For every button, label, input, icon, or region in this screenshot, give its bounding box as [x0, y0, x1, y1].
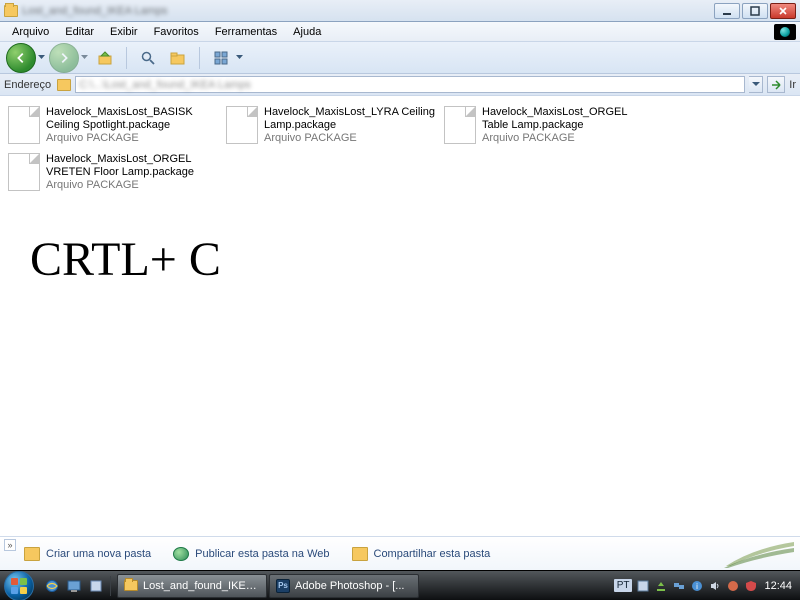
tray-shield-icon[interactable] — [744, 579, 758, 593]
close-button[interactable] — [770, 3, 796, 19]
tray-icon[interactable] — [726, 579, 740, 593]
address-input[interactable]: C:\...\Lost_and_found_IKEA Lamps — [75, 76, 745, 93]
file-type: Arquivo PACKAGE — [46, 132, 218, 145]
file-item[interactable]: Havelock_MaxisLost_ORGEL Table Lamp.pack… — [440, 102, 658, 149]
file-name: Havelock_MaxisLost_ORGEL VRETEN Floor La… — [46, 153, 218, 179]
decorative-swoosh — [724, 542, 796, 568]
start-button[interactable] — [4, 571, 34, 600]
task-publish-web[interactable]: Publicar esta pasta na Web — [173, 547, 329, 561]
folder-icon — [57, 79, 71, 91]
taskbar-apps: Lost_and_found_IKE… Ps Adobe Photoshop -… — [117, 574, 419, 598]
views-dropdown[interactable] — [236, 55, 243, 60]
menu-arquivo[interactable]: Arquivo — [4, 24, 57, 40]
system-tray: PT i 12:44 — [610, 579, 796, 593]
menu-favoritos[interactable]: Favoritos — [146, 24, 207, 40]
file-item[interactable]: Havelock_MaxisLost_LYRA Ceiling Lamp.pac… — [222, 102, 440, 149]
file-icon — [8, 106, 40, 144]
tray-icon[interactable] — [636, 579, 650, 593]
file-name: Havelock_MaxisLost_ORGEL Table Lamp.pack… — [482, 106, 654, 132]
tray-safely-remove-icon[interactable] — [654, 579, 668, 593]
search-button[interactable] — [135, 45, 161, 71]
tray-volume-icon[interactable] — [708, 579, 722, 593]
folder-share-icon — [352, 547, 368, 561]
folders-button[interactable] — [165, 45, 191, 71]
file-type: Arquivo PACKAGE — [46, 179, 218, 192]
go-button[interactable] — [767, 76, 785, 93]
minimize-button[interactable] — [714, 3, 740, 19]
maximize-button[interactable] — [742, 3, 768, 19]
up-button[interactable] — [92, 45, 118, 71]
navigation-toolbar — [0, 42, 800, 74]
file-item[interactable]: Havelock_MaxisLost_BASISK Ceiling Spotli… — [4, 102, 222, 149]
common-tasks-bar: » Criar uma nova pasta Publicar esta pas… — [0, 536, 800, 570]
toolbar-divider — [199, 47, 200, 69]
tray-info-icon[interactable]: i — [690, 579, 704, 593]
go-label: Ir — [789, 79, 796, 91]
task-label: Publicar esta pasta na Web — [195, 548, 329, 560]
task-label: Compartilhar esta pasta — [374, 548, 491, 560]
views-button[interactable] — [208, 45, 234, 71]
menu-bar: Arquivo Editar Exibir Favoritos Ferramen… — [0, 22, 800, 42]
menu-exibir[interactable]: Exibir — [102, 24, 146, 40]
file-icon — [226, 106, 258, 144]
taskbar-clock[interactable]: 12:44 — [764, 580, 792, 592]
quick-launch-item[interactable] — [86, 576, 106, 596]
task-new-folder[interactable]: Criar uma nova pasta — [24, 547, 151, 561]
address-label: Endereço — [4, 79, 51, 91]
file-name: Havelock_MaxisLost_BASISK Ceiling Spotli… — [46, 106, 218, 132]
toolbar-divider — [126, 47, 127, 69]
tray-network-icon[interactable] — [672, 579, 686, 593]
address-path: C:\...\Lost_and_found_IKEA Lamps — [79, 79, 251, 91]
file-name: Havelock_MaxisLost_LYRA Ceiling Lamp.pac… — [264, 106, 436, 132]
address-bar: Endereço C:\...\Lost_and_found_IKEA Lamp… — [0, 74, 800, 96]
quick-launch-ie[interactable] — [42, 576, 62, 596]
globe-icon — [173, 547, 189, 561]
address-dropdown[interactable] — [749, 76, 763, 93]
file-icon — [8, 153, 40, 191]
folder-new-icon — [24, 547, 40, 561]
forward-history-dropdown[interactable] — [81, 55, 88, 60]
taskbar-app-photoshop[interactable]: Ps Adobe Photoshop - [... — [269, 574, 419, 598]
windows-taskbar: Lost_and_found_IKE… Ps Adobe Photoshop -… — [0, 570, 800, 600]
file-type: Arquivo PACKAGE — [482, 132, 654, 145]
menu-ajuda[interactable]: Ajuda — [285, 24, 329, 40]
file-item[interactable]: Havelock_MaxisLost_ORGEL VRETEN Floor La… — [4, 149, 222, 196]
file-icon — [444, 106, 476, 144]
photoshop-icon: Ps — [276, 579, 290, 593]
expand-tasks-button[interactable]: » — [4, 539, 16, 551]
folder-icon — [4, 5, 18, 17]
file-list-pane: Havelock_MaxisLost_BASISK Ceiling Spotli… — [0, 96, 800, 536]
taskbar-app-label: Adobe Photoshop - [... — [295, 580, 404, 592]
back-button[interactable] — [6, 43, 36, 73]
forward-button[interactable] — [49, 43, 79, 73]
menu-ferramentas[interactable]: Ferramentas — [207, 24, 285, 40]
taskbar-app-explorer[interactable]: Lost_and_found_IKE… — [117, 574, 267, 598]
task-share-folder[interactable]: Compartilhar esta pasta — [352, 547, 491, 561]
taskbar-app-label: Lost_and_found_IKE… — [143, 580, 257, 592]
back-history-dropdown[interactable] — [38, 55, 45, 60]
throbber-icon — [774, 24, 796, 40]
folder-icon — [124, 580, 138, 591]
language-indicator[interactable]: PT — [614, 579, 633, 592]
window-titlebar: Lost_and_found_IKEA Lamps — [0, 0, 800, 22]
task-label: Criar uma nova pasta — [46, 548, 151, 560]
overlay-text: CRTL+ C — [30, 232, 221, 287]
quick-launch-show-desktop[interactable] — [64, 576, 84, 596]
quick-launch — [38, 576, 111, 596]
menu-editar[interactable]: Editar — [57, 24, 102, 40]
window-title: Lost_and_found_IKEA Lamps — [22, 5, 168, 17]
svg-text:i: i — [697, 582, 699, 591]
file-type: Arquivo PACKAGE — [264, 132, 436, 145]
